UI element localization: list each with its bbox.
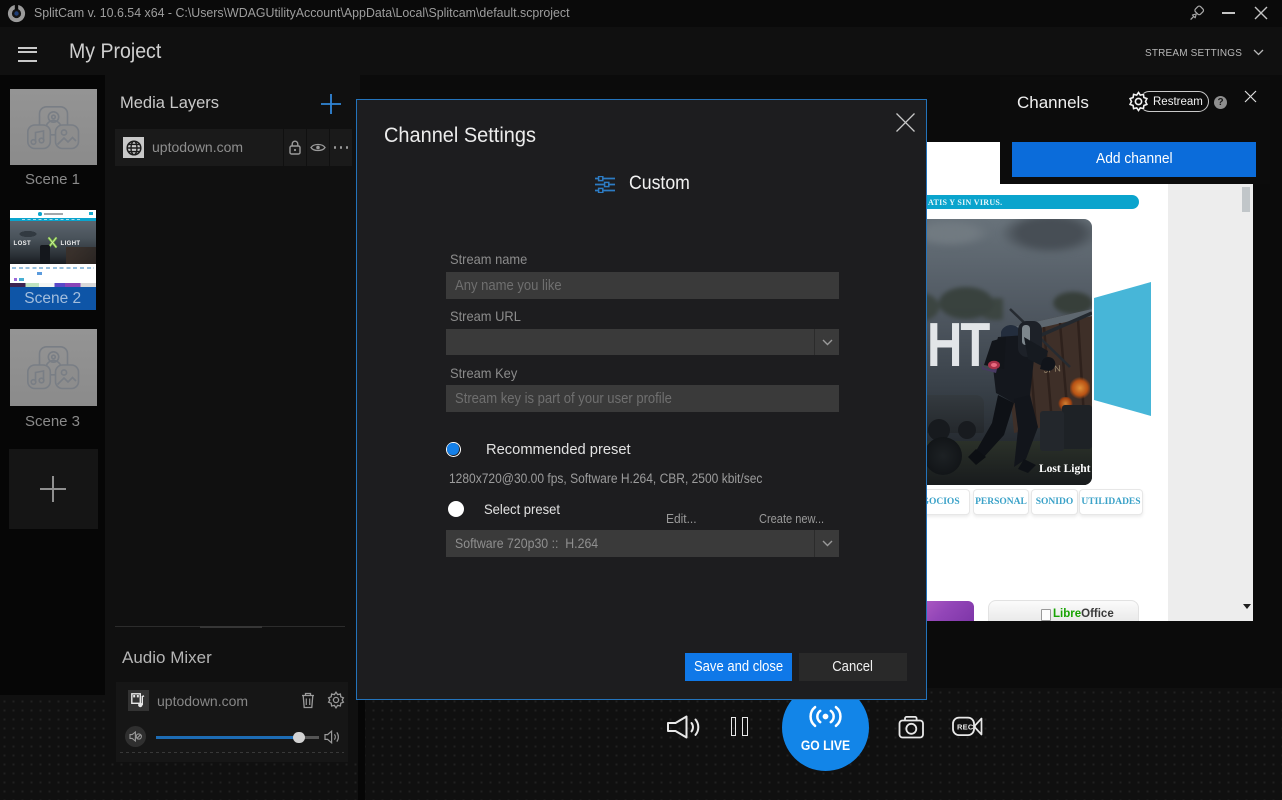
svg-text:REC: REC (957, 723, 974, 732)
